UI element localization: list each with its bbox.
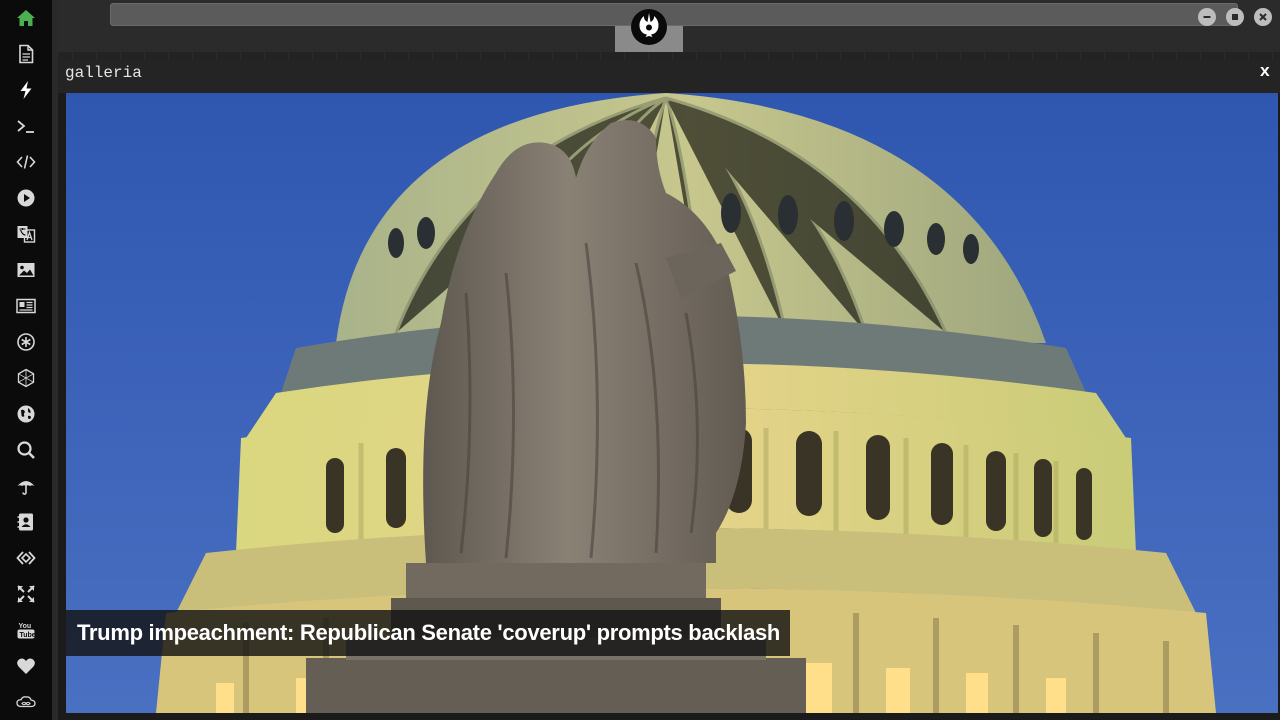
hexagon-network-icon[interactable]: [14, 366, 38, 390]
address-bar[interactable]: [110, 3, 1238, 26]
close-circle-icon[interactable]: [1254, 8, 1272, 26]
gallery-panel: galleria x Trump impeachment: Republican…: [58, 60, 1280, 720]
globe-icon[interactable]: [14, 402, 38, 426]
terminal-icon[interactable]: [14, 114, 38, 138]
app-window: You Tube galleria x Trump impeachment: R…: [0, 0, 1280, 720]
rebel-alliance-icon: [630, 8, 668, 46]
translate-icon[interactable]: [14, 222, 38, 246]
svg-text:Tube: Tube: [20, 632, 36, 639]
sidebar: You Tube: [0, 0, 52, 720]
document-icon[interactable]: [14, 42, 38, 66]
play-circle-icon[interactable]: [14, 186, 38, 210]
heart-icon[interactable]: [14, 654, 38, 678]
home-icon[interactable]: [14, 6, 38, 30]
stop-circle-icon[interactable]: [1226, 8, 1244, 26]
youtube-icon[interactable]: You Tube: [14, 618, 38, 642]
asterisk-circle-icon[interactable]: [14, 330, 38, 354]
image-icon[interactable]: [14, 258, 38, 282]
expand-icon[interactable]: [14, 582, 38, 606]
contact-card-icon[interactable]: [14, 510, 38, 534]
infinity-cloud-icon[interactable]: [14, 690, 38, 714]
panel-title: galleria: [65, 64, 142, 82]
minus-circle-icon[interactable]: [1198, 8, 1216, 26]
newspaper-icon[interactable]: [14, 294, 38, 318]
svg-text:You: You: [19, 623, 32, 630]
search-icon[interactable]: [14, 438, 38, 462]
embed-icon[interactable]: [14, 546, 38, 570]
panel-header: galleria x: [58, 60, 1280, 93]
bottom-strip: [58, 714, 1280, 720]
umbrella-icon[interactable]: [14, 474, 38, 498]
lightning-icon[interactable]: [14, 78, 38, 102]
panel-close-button[interactable]: x: [1260, 63, 1270, 82]
gallery-caption[interactable]: Trump impeachment: Republican Senate 'co…: [66, 610, 791, 656]
code-icon[interactable]: [14, 150, 38, 174]
